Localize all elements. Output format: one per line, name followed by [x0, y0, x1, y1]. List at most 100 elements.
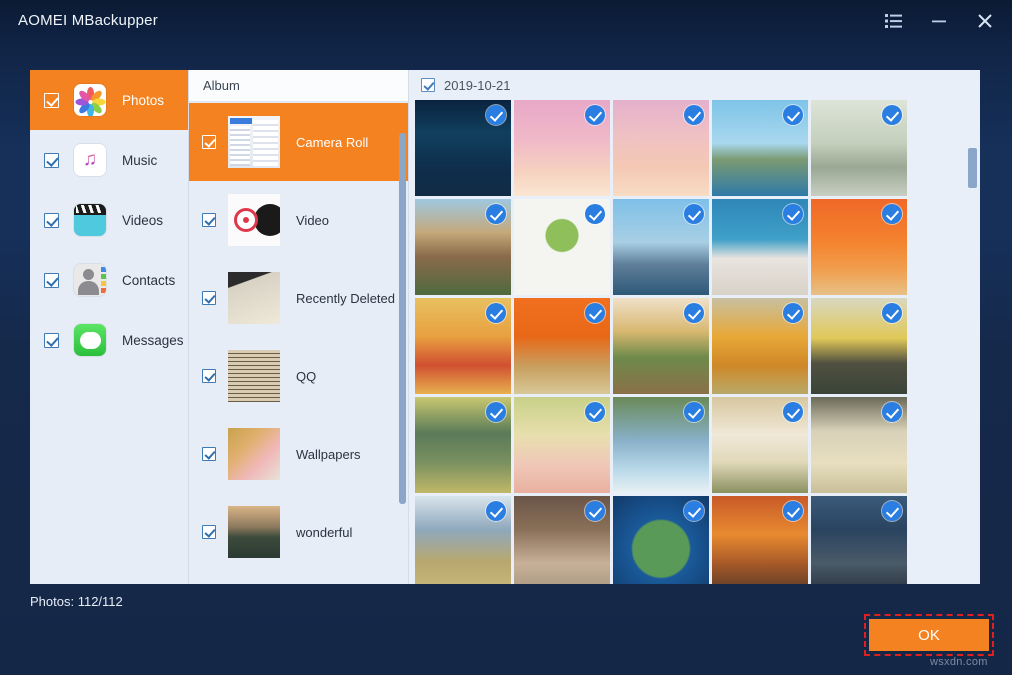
- photo-selected-icon[interactable]: [882, 204, 902, 224]
- photo-cell[interactable]: [415, 397, 511, 493]
- photo-selected-icon[interactable]: [486, 402, 506, 422]
- album-column: Album Camera Roll: [188, 70, 408, 584]
- photo-cell[interactable]: [811, 298, 907, 394]
- album-thumb-wonderful: [228, 506, 280, 558]
- sidebar-label-contacts: Contacts: [122, 273, 175, 288]
- sidebar-item-contacts[interactable]: Contacts: [30, 250, 188, 310]
- checkbox-videos[interactable]: [44, 213, 59, 228]
- photo-cell[interactable]: [712, 100, 808, 196]
- sidebar-item-photos[interactable]: Photos: [30, 70, 188, 130]
- grid-date-header[interactable]: 2019-10-21: [409, 70, 980, 100]
- sidebar-item-messages[interactable]: Messages: [30, 310, 188, 370]
- album-label-qq: QQ: [296, 369, 316, 384]
- photo-selected-icon[interactable]: [585, 105, 605, 125]
- album-item-wallpapers[interactable]: Wallpapers: [189, 415, 409, 493]
- photo-cell[interactable]: [613, 199, 709, 295]
- album-item-recently-deleted[interactable]: Recently Deleted: [189, 259, 409, 337]
- album-scrollbar-thumb[interactable]: [399, 133, 406, 504]
- photo-selected-icon[interactable]: [783, 105, 803, 125]
- photos-icon: [74, 84, 106, 116]
- sidebar-item-music[interactable]: ♫ Music: [30, 130, 188, 190]
- photo-cell[interactable]: [415, 298, 511, 394]
- checkbox-wallpapers[interactable]: [202, 447, 216, 461]
- sidebar-label-music: Music: [122, 153, 157, 168]
- photo-cell[interactable]: [712, 496, 808, 584]
- photo-cell[interactable]: [613, 496, 709, 584]
- photo-cell[interactable]: [514, 100, 610, 196]
- photo-selected-icon[interactable]: [585, 501, 605, 521]
- album-thumb-qq: [228, 350, 280, 402]
- photo-selected-icon[interactable]: [783, 204, 803, 224]
- photo-selected-icon[interactable]: [486, 501, 506, 521]
- album-item-qq[interactable]: QQ: [189, 337, 409, 415]
- photo-selected-icon[interactable]: [486, 303, 506, 323]
- photo-selected-icon[interactable]: [882, 402, 902, 422]
- album-scrollbar[interactable]: [399, 104, 406, 580]
- photo-selected-icon[interactable]: [882, 501, 902, 521]
- photo-cell[interactable]: [811, 100, 907, 196]
- music-icon: ♫: [74, 144, 106, 176]
- photo-cell[interactable]: [415, 199, 511, 295]
- album-list[interactable]: Camera Roll Video Recently Deleted: [189, 103, 409, 584]
- photo-selected-icon[interactable]: [684, 204, 704, 224]
- photo-selected-icon[interactable]: [783, 501, 803, 521]
- album-item-video[interactable]: Video: [189, 181, 409, 259]
- album-item-partial[interactable]: [189, 571, 409, 584]
- sidebar-item-videos[interactable]: Videos: [30, 190, 188, 250]
- photo-selected-icon[interactable]: [783, 402, 803, 422]
- photo-cell[interactable]: [613, 100, 709, 196]
- photo-selected-icon[interactable]: [882, 303, 902, 323]
- photo-cell[interactable]: [415, 496, 511, 584]
- photo-selected-icon[interactable]: [486, 204, 506, 224]
- photo-cell[interactable]: [613, 298, 709, 394]
- photo-grid: [415, 100, 955, 584]
- photo-cell[interactable]: [811, 496, 907, 584]
- photo-cell[interactable]: [613, 397, 709, 493]
- photo-cell[interactable]: [712, 397, 808, 493]
- checkbox-contacts[interactable]: [44, 273, 59, 288]
- photo-cell[interactable]: [712, 298, 808, 394]
- photo-selected-icon[interactable]: [684, 105, 704, 125]
- photo-grid-scrollbar[interactable]: [968, 78, 977, 578]
- photo-cell[interactable]: [514, 298, 610, 394]
- checkbox-wonderful[interactable]: [202, 525, 216, 539]
- photo-selected-icon[interactable]: [585, 402, 605, 422]
- watermark: wsxdn.com: [930, 656, 988, 668]
- checkbox-camera-roll[interactable]: [202, 135, 216, 149]
- photo-selected-icon[interactable]: [684, 501, 704, 521]
- photo-selected-icon[interactable]: [684, 402, 704, 422]
- checkbox-qq[interactable]: [202, 369, 216, 383]
- checkbox-photos[interactable]: [44, 93, 59, 108]
- minimize-icon[interactable]: [920, 4, 958, 38]
- photo-selected-icon[interactable]: [684, 303, 704, 323]
- album-label-wallpapers: Wallpapers: [296, 447, 361, 462]
- checkbox-music[interactable]: [44, 153, 59, 168]
- category-sidebar: Photos ♫ Music Videos: [30, 70, 188, 584]
- photo-selected-icon[interactable]: [882, 105, 902, 125]
- sidebar-label-videos: Videos: [122, 213, 163, 228]
- photo-cell[interactable]: [415, 100, 511, 196]
- photo-selected-icon[interactable]: [585, 303, 605, 323]
- photo-cell[interactable]: [514, 496, 610, 584]
- photo-selected-icon[interactable]: [783, 303, 803, 323]
- app-title: AOMEI MBackupper: [18, 12, 158, 29]
- ok-button[interactable]: OK: [869, 619, 989, 651]
- photo-cell[interactable]: [811, 397, 907, 493]
- menu-list-icon[interactable]: [874, 4, 912, 38]
- checkbox-recently-deleted[interactable]: [202, 291, 216, 305]
- photo-cell[interactable]: [712, 199, 808, 295]
- checkbox-date-group[interactable]: [421, 78, 435, 92]
- photo-grid-scrollbar-thumb[interactable]: [968, 148, 977, 188]
- album-item-camera-roll[interactable]: Camera Roll: [189, 103, 409, 181]
- photo-selected-icon[interactable]: [486, 105, 506, 125]
- window-controls: [874, 0, 1004, 41]
- photo-cell[interactable]: [514, 397, 610, 493]
- album-item-wonderful[interactable]: wonderful: [189, 493, 409, 571]
- photo-grid-panel: 2019-10-21: [408, 70, 980, 584]
- checkbox-video[interactable]: [202, 213, 216, 227]
- close-icon[interactable]: [966, 4, 1004, 38]
- photo-cell[interactable]: [514, 199, 610, 295]
- photo-selected-icon[interactable]: [585, 204, 605, 224]
- photo-cell[interactable]: [811, 199, 907, 295]
- checkbox-messages[interactable]: [44, 333, 59, 348]
